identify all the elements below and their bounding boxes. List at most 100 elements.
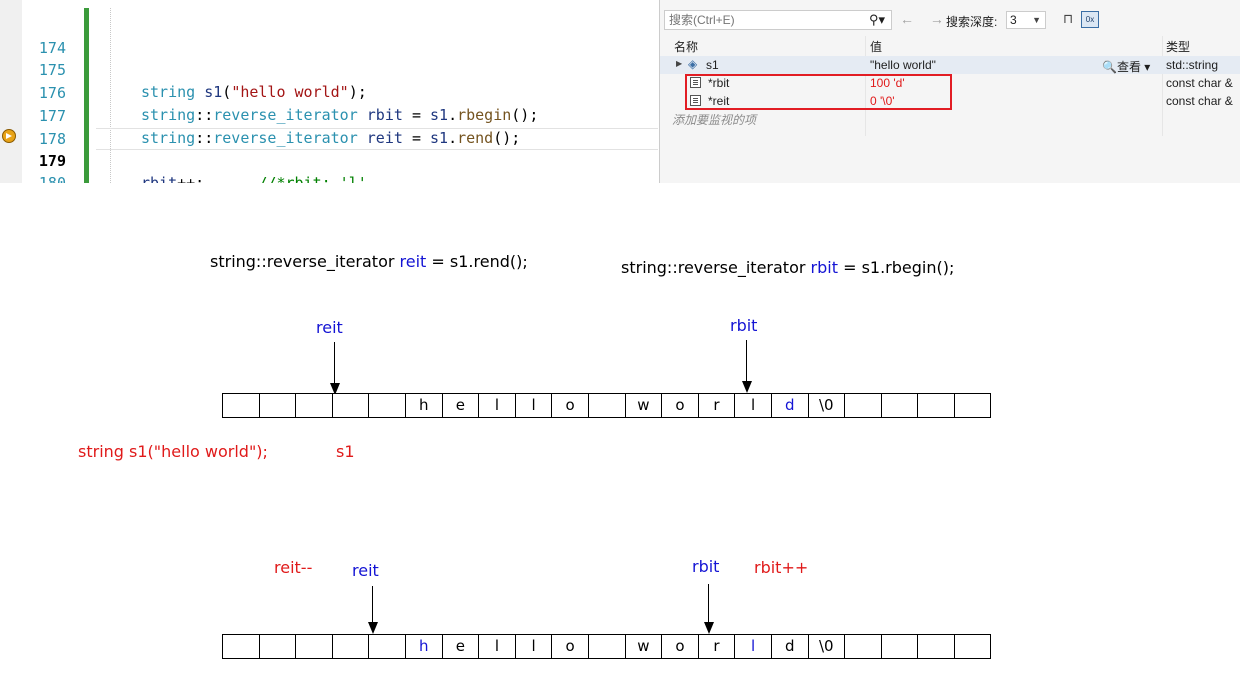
top-rbit-arrow bbox=[746, 340, 747, 382]
top-rbit-arrowhead bbox=[742, 381, 752, 393]
watch-row-type: const char & bbox=[1166, 94, 1233, 108]
char-cell bbox=[953, 393, 992, 418]
code-line[interactable]: 175 string s1("hello world"); bbox=[0, 37, 658, 101]
char-cell: d bbox=[770, 393, 809, 418]
watch-header: 名称 值 类型 bbox=[660, 36, 1240, 54]
char-cell: h bbox=[404, 393, 443, 418]
view-button[interactable]: 🔍查看 ▾ bbox=[1102, 58, 1150, 75]
char-cell bbox=[917, 393, 955, 418]
char-cell bbox=[844, 634, 882, 659]
search-nav-arrows[interactable]: ← → bbox=[900, 11, 950, 27]
code-line[interactable]: 179 rbit++; //*rbit: 'l' bbox=[0, 128, 658, 183]
char-cell: r bbox=[697, 634, 736, 659]
expand-arrow-icon[interactable]: ▶ bbox=[676, 59, 682, 68]
decl-suffix: = s1.rbegin(); bbox=[837, 258, 955, 277]
char-cell bbox=[222, 393, 260, 418]
char-cell: l bbox=[478, 634, 516, 659]
search-depth-label: 搜索深度: bbox=[946, 15, 998, 29]
char-cell: r bbox=[697, 393, 736, 418]
top-reit-label: reit bbox=[316, 318, 343, 337]
char-cell: o bbox=[551, 634, 589, 659]
highlight-box bbox=[685, 74, 952, 110]
char-cell: w bbox=[624, 634, 663, 659]
char-cell bbox=[587, 634, 626, 659]
char-cell bbox=[587, 393, 626, 418]
char-cell bbox=[880, 393, 919, 418]
char-cell: o bbox=[661, 393, 699, 418]
char-cell bbox=[295, 393, 333, 418]
watch-search-box[interactable]: ⚲▾ bbox=[664, 10, 892, 30]
char-cell bbox=[844, 393, 882, 418]
hex-display-icon[interactable]: 0x bbox=[1081, 11, 1099, 28]
search-depth-value: 3 bbox=[1010, 13, 1017, 27]
watch-row-type: const char & bbox=[1166, 76, 1233, 90]
char-cell: e bbox=[441, 634, 480, 659]
decl-var: reit bbox=[399, 252, 427, 271]
object-icon: ◈ bbox=[688, 57, 698, 71]
char-cell bbox=[953, 634, 992, 659]
decl-prefix: string::reverse_iterator bbox=[210, 252, 400, 271]
add-watch-hint[interactable]: 添加要监视的项 bbox=[672, 111, 756, 128]
char-cell bbox=[368, 393, 406, 418]
watch-search-input[interactable] bbox=[665, 11, 855, 29]
char-cell: l bbox=[514, 634, 553, 659]
bottom-rbit-arrowhead bbox=[704, 622, 714, 634]
code-line[interactable]: 177 string::reverse_iterator reit = s1.r… bbox=[0, 83, 658, 147]
char-cell bbox=[368, 634, 406, 659]
s1-label: s1 bbox=[336, 442, 355, 461]
pin-icon[interactable]: ⊓ bbox=[1063, 11, 1073, 27]
reit-declaration: string::reverse_iterator reit = s1.rend(… bbox=[210, 252, 528, 271]
search-dropdown-icon[interactable]: ▾ bbox=[878, 12, 885, 27]
char-cell: o bbox=[661, 634, 699, 659]
char-cell bbox=[880, 634, 919, 659]
column-header-value[interactable]: 值 bbox=[870, 38, 882, 55]
watch-row-value[interactable]: "hello world" bbox=[870, 58, 936, 72]
decl-suffix: = s1.rend(); bbox=[426, 252, 528, 271]
bottom-reit-arrow bbox=[372, 586, 373, 623]
char-cell bbox=[222, 634, 260, 659]
top-rbit-label: rbit bbox=[730, 316, 758, 335]
char-cell: l bbox=[734, 393, 772, 418]
s1-declaration: string s1("hello world"); bbox=[78, 442, 268, 461]
column-header-type[interactable]: 类型 bbox=[1166, 38, 1190, 55]
watch-row-s1[interactable]: ▶ ◈ s1 "hello world" 🔍查看 ▾ std::string bbox=[660, 56, 1240, 74]
watch-row-type: std::string bbox=[1166, 58, 1219, 72]
char-cell: l bbox=[514, 393, 553, 418]
decl-var: rbit bbox=[810, 258, 838, 277]
char-cell bbox=[331, 634, 370, 659]
char-cell: w bbox=[624, 393, 663, 418]
search-depth-select[interactable]: 3 ▼ bbox=[1006, 11, 1046, 29]
char-cell: l bbox=[734, 634, 772, 659]
char-cell: o bbox=[551, 393, 589, 418]
code-editor[interactable]: 174 175 string s1("hello world"); 176 st… bbox=[0, 0, 658, 183]
rbit-increment-label: rbit++ bbox=[754, 558, 809, 577]
column-header-name[interactable]: 名称 bbox=[674, 38, 698, 55]
char-cell: e bbox=[441, 393, 480, 418]
char-cell: \0 bbox=[807, 393, 846, 418]
code-line[interactable]: 174 bbox=[0, 15, 658, 57]
code-line[interactable]: 181 bbox=[0, 172, 658, 183]
top-reit-arrow bbox=[334, 342, 335, 384]
code-line[interactable]: 180 reit--; //*reit: 'h' bbox=[0, 150, 658, 183]
char-cell bbox=[295, 634, 333, 659]
char-cell bbox=[331, 393, 370, 418]
rbit-declaration: string::reverse_iterator rbit = s1.rbegi… bbox=[621, 258, 954, 277]
char-cell bbox=[258, 393, 297, 418]
reit-decrement-label: reit-- bbox=[274, 558, 313, 577]
watch-window: ⚲▾ ← → 搜索深度: 3 ▼ ⊓ 0x 名称 值 类型 ▶ ◈ s1 "he… bbox=[659, 0, 1240, 183]
top-char-strip: h e l l o w o r l d \0 bbox=[222, 393, 992, 418]
char-cell: l bbox=[478, 393, 516, 418]
char-cell: d bbox=[770, 634, 809, 659]
chevron-down-icon: ▼ bbox=[1032, 15, 1041, 25]
code-line[interactable]: 176 string::reverse_iterator rbit = s1.r… bbox=[0, 60, 658, 124]
bottom-rbit-arrow bbox=[708, 584, 709, 623]
watch-row-name: s1 bbox=[706, 58, 719, 72]
search-icon[interactable]: ⚲▾ bbox=[869, 12, 885, 28]
code-line[interactable]: 178 bbox=[0, 106, 658, 148]
bottom-char-strip: h e l l o w o r l d \0 bbox=[222, 634, 992, 659]
watch-toolbar: ⚲▾ ← → 搜索深度: 3 ▼ ⊓ 0x bbox=[660, 8, 1240, 32]
char-cell bbox=[917, 634, 955, 659]
char-cell: h bbox=[404, 634, 443, 659]
decl-prefix: string::reverse_iterator bbox=[621, 258, 811, 277]
bottom-rbit-label: rbit bbox=[692, 557, 720, 576]
